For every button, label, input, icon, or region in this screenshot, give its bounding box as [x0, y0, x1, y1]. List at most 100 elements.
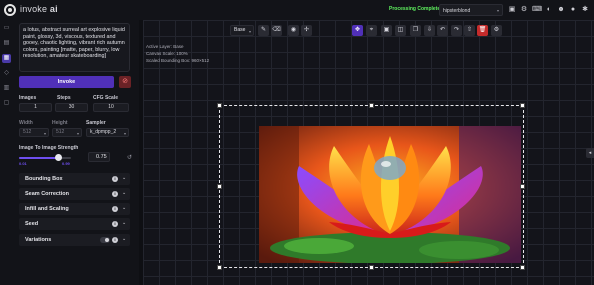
chevron-down-icon: ▾ [43, 131, 46, 136]
copy-icon[interactable]: ❐ [410, 25, 421, 36]
strength-slider-fill [19, 157, 58, 159]
height-value: 512 [56, 129, 65, 135]
prompt-input[interactable]: a lotus, abstract surreal art explosive … [19, 23, 130, 72]
bbox-handle-right[interactable] [520, 184, 525, 189]
strength-max-label: 0.99 [62, 161, 70, 166]
strength-input[interactable]: 0.75 [88, 152, 110, 162]
chevron-down-icon: ▾ [123, 131, 126, 136]
bounding-box[interactable] [219, 105, 524, 268]
chevron-down-icon: ⌄ [122, 205, 127, 211]
layer-select[interactable]: Base ▾ [230, 25, 254, 36]
width-select: 512 ▾ [19, 128, 49, 137]
bbox-handle-bottom-right[interactable] [520, 265, 525, 270]
height-select: 512 ▾ [52, 128, 82, 137]
bbox-handle-bottom[interactable] [369, 265, 374, 270]
move-icon[interactable]: ✥ [352, 25, 363, 36]
accordion-bounding-box[interactable]: Bounding Box i ⌄ [19, 173, 130, 185]
accordion-label: Infill and Scaling [25, 206, 69, 212]
keyboard-icon[interactable]: ⌨ [532, 6, 542, 14]
cfg-scale-label: CFG Scale [93, 95, 119, 101]
upload-icon[interactable]: ⇧ [464, 25, 475, 36]
header-bar [0, 0, 594, 20]
brush-icon[interactable]: ✎ [258, 25, 269, 36]
accordion-label: Seam Correction [25, 191, 70, 197]
tab-unified-canvas-icon[interactable]: ▦ [2, 54, 11, 63]
steps-label: Steps [57, 95, 71, 101]
sampler-value: k_dpmpp_2 [90, 129, 117, 135]
chevron-down-icon: ▾ [76, 131, 79, 136]
steps-input[interactable]: 30 [55, 103, 88, 112]
settings-icon[interactable]: ⚙ [520, 6, 528, 14]
info-icon[interactable]: i [112, 221, 118, 227]
download-icon[interactable]: ⇩ [424, 25, 435, 36]
images-input[interactable]: 1 [19, 103, 52, 112]
invoke-button[interactable]: Invoke [19, 76, 114, 88]
height-label: Height [52, 120, 68, 126]
redo-icon[interactable]: ↷ [451, 25, 462, 36]
strength-min-label: 0.01 [19, 161, 27, 166]
canvas-scale-info: Canvas Scale: 100% [146, 51, 188, 56]
width-label: Width [19, 120, 33, 126]
chevron-down-icon: ⌄ [122, 236, 127, 242]
sampler-select[interactable]: k_dpmpp_2 ▾ [86, 128, 129, 137]
logo-text: invoke [20, 4, 48, 14]
accordion-seed[interactable]: Seed i ⌄ [19, 218, 130, 230]
tab-training-icon[interactable]: ▢ [2, 99, 11, 108]
cancel-icon[interactable]: ⊘ [119, 76, 131, 88]
delete-icon[interactable]: 🗑 [477, 25, 488, 36]
info-icon[interactable]: i [112, 191, 118, 197]
github-icon[interactable]: ● [569, 6, 577, 14]
tab-nodes-icon[interactable]: ◇ [2, 69, 11, 78]
discord-icon[interactable]: ☻ [557, 6, 565, 14]
tab-outpainting-icon[interactable]: ▥ [2, 84, 11, 93]
info-icon[interactable]: i [112, 176, 118, 182]
accordion-label: Variations [25, 237, 52, 243]
invoke-logo-icon [4, 4, 16, 16]
bug-icon[interactable]: ✱ [581, 6, 589, 14]
variations-toggle[interactable] [100, 237, 110, 243]
eraser-icon[interactable]: ⌫ [271, 25, 282, 36]
bbox-handle-bottom-left[interactable] [217, 265, 222, 270]
logo-text-bold: ai [49, 4, 58, 14]
images-label: Images [19, 95, 37, 101]
image-icon[interactable]: ▣ [508, 6, 516, 14]
chevron-down-icon: ▾ [496, 8, 499, 13]
eyedropper-icon[interactable]: ✢ [301, 25, 312, 36]
cfg-scale-input[interactable]: 10 [93, 103, 129, 112]
strength-label: Image To Image Strength [19, 145, 79, 151]
bbox-handle-top[interactable] [369, 103, 374, 108]
status-text: Processing Complete [389, 6, 441, 12]
tab-image-to-image-icon[interactable]: ▤ [2, 39, 11, 48]
chevron-down-icon: ⌄ [122, 220, 127, 226]
reset-view-icon[interactable]: ⌖ [366, 25, 377, 36]
width-value: 512 [23, 129, 32, 135]
info-icon[interactable]: i [112, 237, 118, 243]
info-icon[interactable]: i [112, 206, 118, 212]
undo-icon[interactable]: ↶ [437, 25, 448, 36]
strength-slider-thumb[interactable] [55, 154, 62, 161]
reset-icon[interactable]: ↺ [127, 154, 132, 161]
bbox-handle-left[interactable] [217, 184, 222, 189]
chevron-down-icon: ▾ [248, 29, 251, 34]
color-picker-icon[interactable]: ◉ [288, 25, 299, 36]
gallery-toggle-icon[interactable]: ◂ [586, 148, 594, 158]
accordion-seam-correction[interactable]: Seam Correction i ⌄ [19, 188, 130, 200]
merge-icon[interactable]: ▣ [381, 25, 392, 36]
accordion-infill-and-scaling[interactable]: Infill and Scaling i ⌄ [19, 203, 130, 215]
active-layer-info: Active Layer: Base [146, 44, 184, 49]
bounding-box-info: Scaled Bounding Box: 960×512 [146, 58, 210, 63]
chevron-down-icon: ⌄ [122, 190, 127, 196]
accordion-label: Seed [25, 221, 39, 227]
layer-select-value: Base [234, 27, 246, 33]
accordion-label: Bounding Box [25, 176, 63, 182]
sampler-label: Sampler [86, 120, 106, 126]
accordion-variations[interactable]: Variations i ⌄ [19, 234, 130, 246]
bbox-handle-top-left[interactable] [217, 103, 222, 108]
save-icon[interactable]: ◫ [395, 25, 406, 36]
tab-text-to-image-icon[interactable]: ▭ [2, 24, 11, 33]
model-select-value: hipsterblond [443, 8, 471, 14]
bbox-handle-top-right[interactable] [520, 103, 525, 108]
settings-icon[interactable]: ⚙ [491, 25, 502, 36]
model-select[interactable]: hipsterblond ▾ [439, 4, 503, 16]
palette-icon[interactable]: ◐ [545, 6, 553, 14]
